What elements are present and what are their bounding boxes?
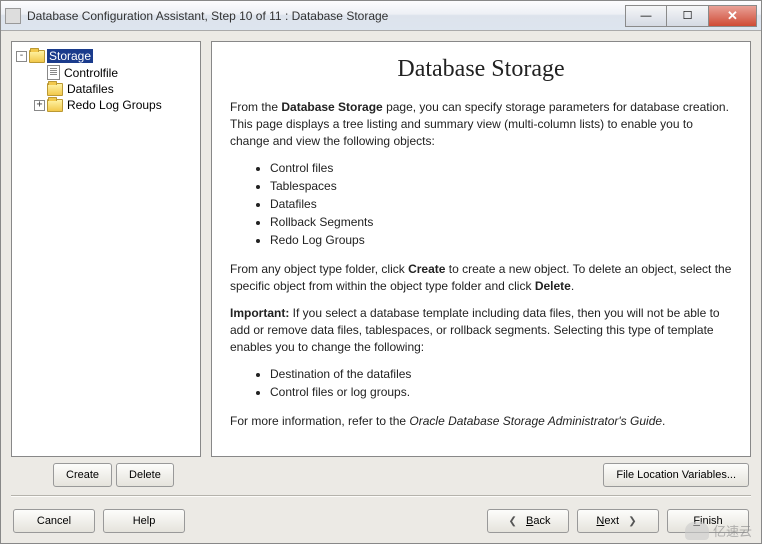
window-title: Database Configuration Assistant, Step 1… <box>27 9 625 23</box>
app-icon <box>5 8 21 24</box>
cancel-button[interactable]: Cancel <box>13 509 95 533</box>
page-title: Database Storage <box>230 56 732 83</box>
tree-label-storage[interactable]: Storage <box>47 49 93 63</box>
more-info-paragraph: For more information, refer to the Oracl… <box>230 413 732 430</box>
tree-node-controlfile[interactable]: Controlfile <box>34 64 196 81</box>
tree-label-controlfile[interactable]: Controlfile <box>62 66 120 80</box>
tree-label-datafiles[interactable]: Datafiles <box>65 82 116 96</box>
help-button[interactable]: Help <box>103 509 185 533</box>
tree-node-storage[interactable]: - Storage <box>16 48 196 64</box>
app-window: Database Configuration Assistant, Step 1… <box>0 0 762 544</box>
finish-button[interactable]: Finish <box>667 509 749 533</box>
expand-icon[interactable]: + <box>34 100 45 111</box>
tree-node-datafiles[interactable]: Datafiles <box>34 81 196 97</box>
maximize-button[interactable]: ☐ <box>667 5 709 27</box>
main-row: - Storage Controlfile <box>11 41 751 457</box>
folder-icon <box>47 83 63 96</box>
folder-icon <box>29 50 45 63</box>
list-item: Datafiles <box>270 195 732 213</box>
folder-icon <box>47 99 63 112</box>
list-item: Destination of the datafiles <box>270 365 732 383</box>
chevron-left-icon: ❮ <box>509 516 517 527</box>
titlebar[interactable]: Database Configuration Assistant, Step 1… <box>1 1 761 31</box>
collapse-icon[interactable]: - <box>16 51 27 62</box>
actions-row: Create Delete File Location Variables... <box>11 463 751 487</box>
content-panel: Database Storage From the Database Stora… <box>211 41 751 457</box>
important-paragraph: Important: If you select a database temp… <box>230 305 732 355</box>
template-list: Destination of the datafiles Control fil… <box>270 365 732 401</box>
list-item: Control files <box>270 159 732 177</box>
file-location-variables-button[interactable]: File Location Variables... <box>603 463 749 487</box>
minimize-button[interactable]: — <box>625 5 667 27</box>
list-item: Tablespaces <box>270 177 732 195</box>
chevron-right-icon: ❯ <box>628 516 636 527</box>
document-icon <box>47 65 60 80</box>
list-item: Redo Log Groups <box>270 231 732 249</box>
tree-label-redolog[interactable]: Redo Log Groups <box>65 98 164 112</box>
objects-list: Control files Tablespaces Datafiles Roll… <box>270 159 732 249</box>
window-buttons: — ☐ ✕ <box>625 5 757 27</box>
delete-button[interactable]: Delete <box>116 463 174 487</box>
create-delete-paragraph: From any object type folder, click Creat… <box>230 261 732 295</box>
close-button[interactable]: ✕ <box>709 5 757 27</box>
separator <box>11 495 751 497</box>
tree-panel[interactable]: - Storage Controlfile <box>11 41 201 457</box>
bottom-row: Cancel Help ❮ Back Next ❯ Finish <box>11 505 751 533</box>
client-area: - Storage Controlfile <box>1 31 761 543</box>
back-button[interactable]: ❮ Back <box>487 509 569 533</box>
intro-paragraph: From the Database Storage page, you can … <box>230 99 732 149</box>
next-button[interactable]: Next ❯ <box>577 509 659 533</box>
list-item: Control files or log groups. <box>270 383 732 401</box>
tree-node-redolog[interactable]: + Redo Log Groups <box>34 97 196 113</box>
list-item: Rollback Segments <box>270 213 732 231</box>
create-button[interactable]: Create <box>53 463 112 487</box>
